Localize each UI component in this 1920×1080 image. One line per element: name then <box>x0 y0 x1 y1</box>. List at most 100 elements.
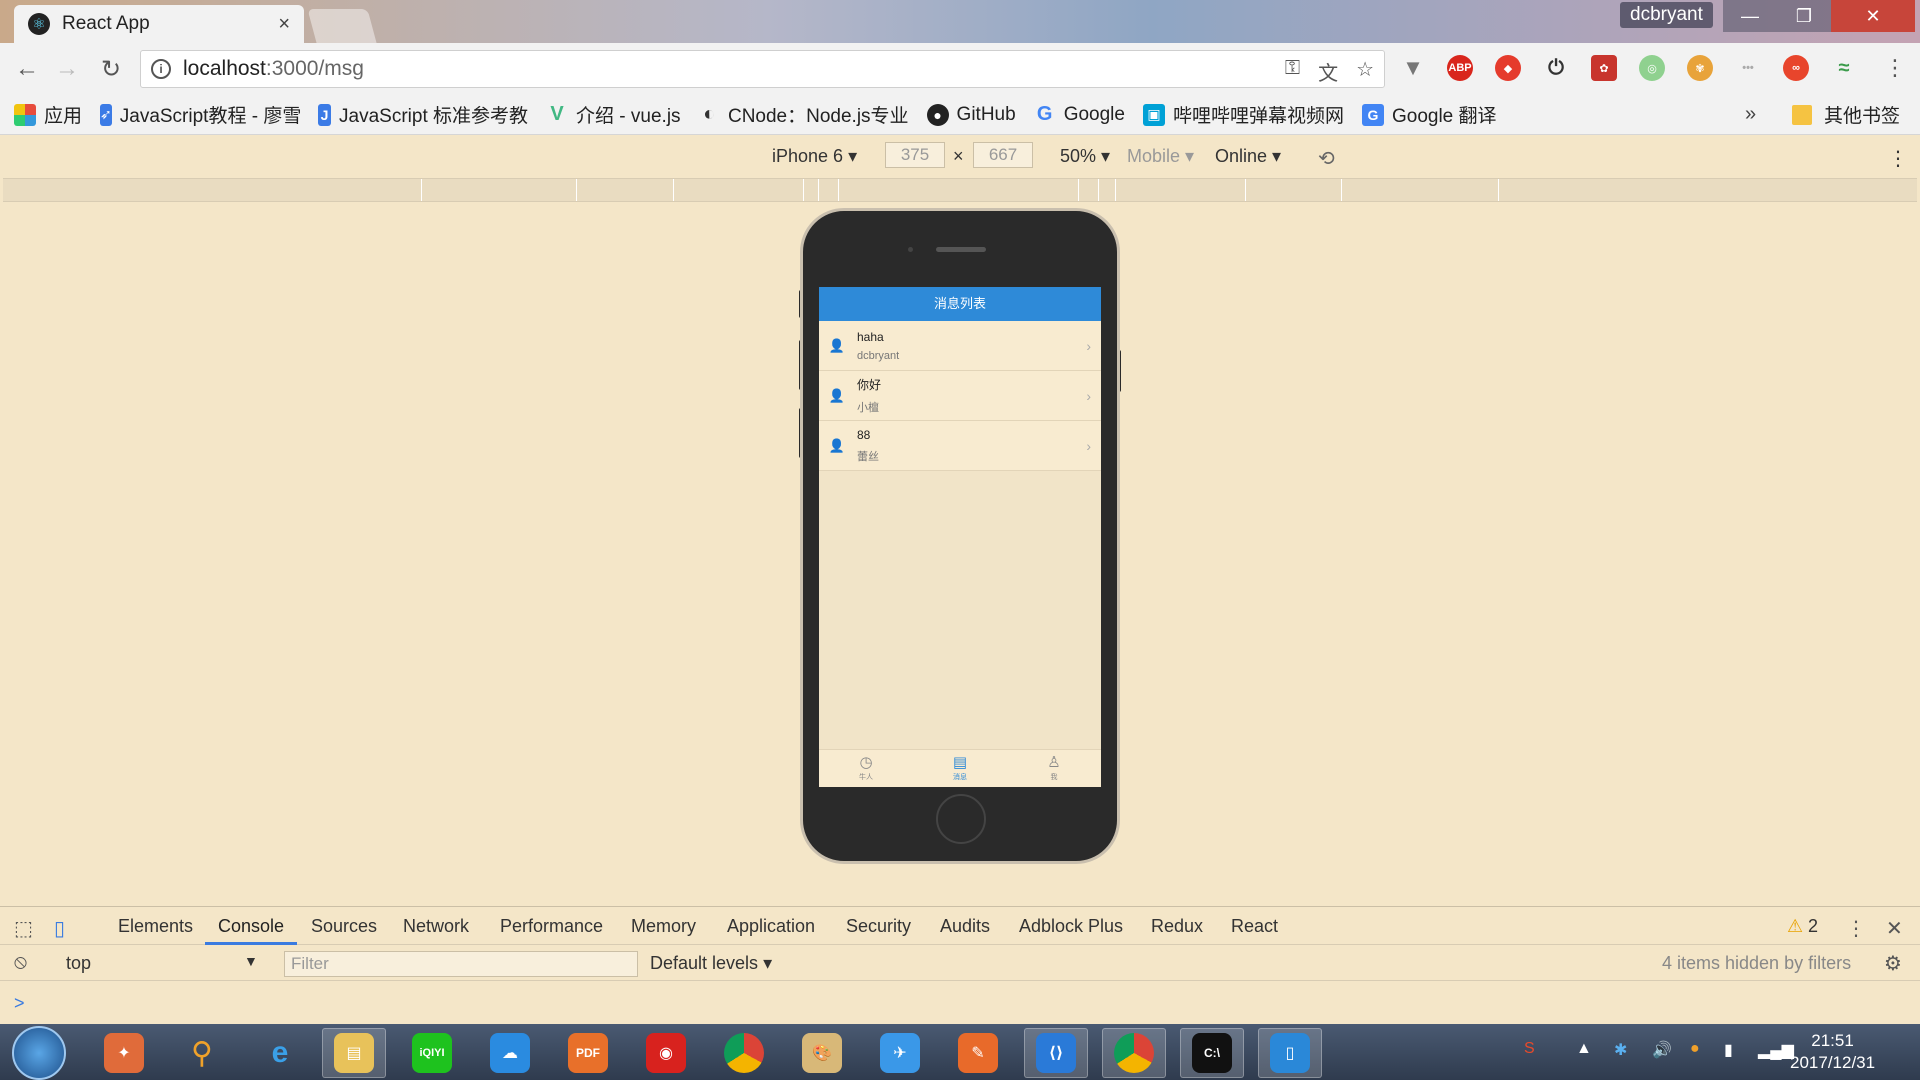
tab-messages[interactable]: ▤ 消息 <box>913 750 1007 787</box>
bookmarks-more-icon[interactable]: » <box>1745 103 1756 126</box>
other-bookmarks[interactable]: 其他书签 <box>1792 101 1900 128</box>
dots-ext-icon[interactable]: ••• <box>1735 55 1761 81</box>
tab-security[interactable]: Security <box>846 916 911 937</box>
tab-console[interactable]: Console <box>218 916 284 937</box>
devtools-menu-icon[interactable]: ⋮ <box>1846 916 1866 941</box>
settings-gear-icon[interactable]: ⚙ <box>1884 951 1902 976</box>
new-tab-button[interactable] <box>307 9 377 43</box>
tab-performance[interactable]: Performance <box>500 916 603 937</box>
list-item[interactable]: 👤 haha dcbryant › <box>819 321 1101 371</box>
vue-devtools-icon[interactable]: ▼ <box>1400 55 1426 81</box>
chevron-down-icon[interactable]: ▼ <box>244 953 258 969</box>
console-prompt[interactable]: > <box>14 993 25 1014</box>
info-icon[interactable]: i <box>151 59 171 79</box>
tab-network[interactable]: Network <box>403 916 469 937</box>
taskbar-app[interactable]: ✈ <box>868 1028 932 1078</box>
warning-icon[interactable]: ⚠ <box>1787 916 1803 937</box>
bookmark-item[interactable]: J JavaScript 标准参考教 <box>318 101 528 128</box>
translate-icon[interactable]: 文 <box>1318 57 1338 86</box>
profile-button[interactable]: dcbryant <box>1620 2 1713 28</box>
tab-sources[interactable]: Sources <box>311 916 377 937</box>
taskbar-app[interactable]: ▯ <box>1258 1028 1322 1078</box>
taskbar-app[interactable]: ✎ <box>946 1028 1010 1078</box>
forward-icon[interactable]: → <box>52 55 82 83</box>
bookmark-item[interactable]: G Google <box>1034 104 1125 126</box>
bookmark-item[interactable]: ◐ CNode：Node.js专业 <box>699 101 908 128</box>
bookmark-item[interactable]: G Google 翻译 <box>1361 101 1497 128</box>
star-icon[interactable]: ☆ <box>1356 57 1374 86</box>
signal-icon[interactable]: ▂▄▆ <box>1758 1040 1794 1060</box>
device-mode-icon[interactable]: ▯ <box>54 916 65 941</box>
console-filter-input[interactable]: Filter <box>284 951 638 977</box>
list-item[interactable]: 👤 88 蕾丝 › <box>819 421 1101 471</box>
back-icon[interactable]: ← <box>12 55 42 83</box>
taskbar-app[interactable]: PDF <box>556 1028 620 1078</box>
maximize-button[interactable]: ❐ <box>1777 0 1831 32</box>
device-menu-icon[interactable]: ⋮ <box>1888 146 1908 171</box>
context-select[interactable]: top <box>66 953 91 974</box>
clear-console-icon[interactable]: ⦸ <box>14 951 27 974</box>
taskbar-app[interactable] <box>1102 1028 1166 1078</box>
taskbar-app[interactable]: ◉ <box>634 1028 698 1078</box>
network-select[interactable]: Online ▾ <box>1215 146 1281 167</box>
width-input[interactable]: 375 <box>885 142 945 168</box>
tab-application[interactable]: Application <box>727 916 815 937</box>
power-icon[interactable]: ⏻ <box>1543 55 1569 81</box>
tab-audits[interactable]: Audits <box>940 916 990 937</box>
taskbar-app[interactable]: ✦ <box>92 1028 156 1078</box>
bookmark-item[interactable]: ▣ 哔哩哔哩弹幕视频网 <box>1142 101 1344 128</box>
battery-icon[interactable]: ▮ <box>1724 1040 1733 1060</box>
flower-icon[interactable]: ✾ <box>1687 55 1713 81</box>
address-bar[interactable]: i localhost:3000/msg ⚿ 文 ☆ <box>140 50 1385 88</box>
bookmark-apps[interactable]: 应用 <box>14 101 82 128</box>
start-button[interactable] <box>12 1026 66 1080</box>
tray-expand-icon[interactable]: ▲ <box>1576 1040 1592 1058</box>
tab-memory[interactable]: Memory <box>631 916 696 937</box>
reload-icon[interactable]: ↻ <box>96 55 126 84</box>
taskbar-app[interactable]: ▤ <box>322 1028 386 1078</box>
rotate-icon[interactable]: ⟲ <box>1318 146 1335 171</box>
height-input[interactable]: 667 <box>973 142 1033 168</box>
taskbar-app[interactable]: e <box>248 1028 312 1078</box>
shield-icon[interactable]: ◆ <box>1495 55 1521 81</box>
tab-redux[interactable]: Redux <box>1151 916 1203 937</box>
tab-elements[interactable]: Elements <box>118 916 193 937</box>
list-item[interactable]: 👤 你好 小檀 › <box>819 371 1101 421</box>
key-icon[interactable]: ⚿ <box>1285 57 1300 86</box>
swirl-icon[interactable]: ≈ <box>1831 55 1857 81</box>
warning-count[interactable]: 2 <box>1808 916 1818 937</box>
bookmark-item[interactable]: ➶ JavaScript教程 - 廖雪 <box>100 101 300 128</box>
volume-icon[interactable]: 🔊 <box>1652 1040 1672 1060</box>
tab-adblock-plus[interactable]: Adblock Plus <box>1019 916 1123 937</box>
tab-genius[interactable]: ◷ 牛人 <box>819 750 913 787</box>
bookmark-item[interactable]: ● GitHub <box>926 103 1016 126</box>
taskbar-app[interactable]: C:\ <box>1180 1028 1244 1078</box>
taskbar-app[interactable]: ⟨⟩ <box>1024 1028 1088 1078</box>
network-tray-icon[interactable]: ● <box>1690 1040 1700 1058</box>
circle-ext-icon[interactable]: ◎ <box>1639 55 1665 81</box>
taskbar-app[interactable] <box>712 1028 776 1078</box>
adblock-icon[interactable]: ABP <box>1447 55 1473 81</box>
minimize-button[interactable]: — <box>1723 0 1777 32</box>
sogou-icon[interactable]: S <box>1524 1040 1535 1058</box>
bookmark-item[interactable]: V 介绍 - vue.js <box>546 101 680 128</box>
system-clock[interactable]: 21:51 2017/12/31 <box>1790 1030 1875 1074</box>
taskbar-app[interactable]: ⚲ <box>170 1028 234 1078</box>
mode-select[interactable]: Mobile ▾ <box>1127 146 1194 167</box>
close-window-button[interactable]: ✕ <box>1831 0 1915 32</box>
menu-icon[interactable]: ⋮ <box>1880 55 1910 81</box>
device-select[interactable]: iPhone 6 ▾ <box>772 146 857 167</box>
inspect-icon[interactable]: ⬚ <box>14 916 33 941</box>
taskbar-app[interactable]: iQIYI <box>400 1028 464 1078</box>
zoom-select[interactable]: 50% ▾ <box>1060 146 1110 167</box>
tab-react-app[interactable]: ⚛ React App × <box>14 5 304 43</box>
tab-close-icon[interactable]: × <box>278 13 290 36</box>
close-devtools-icon[interactable]: ✕ <box>1886 916 1903 941</box>
levels-select[interactable]: Default levels ▾ <box>650 953 772 974</box>
infinity-icon[interactable]: ∞ <box>1783 55 1809 81</box>
tab-react[interactable]: React <box>1231 916 1278 937</box>
bluetooth-icon[interactable]: ✱ <box>1614 1040 1627 1060</box>
taskbar-app[interactable]: 🎨 <box>790 1028 854 1078</box>
paw-icon[interactable]: ✿ <box>1591 55 1617 81</box>
taskbar-app[interactable]: ☁ <box>478 1028 542 1078</box>
